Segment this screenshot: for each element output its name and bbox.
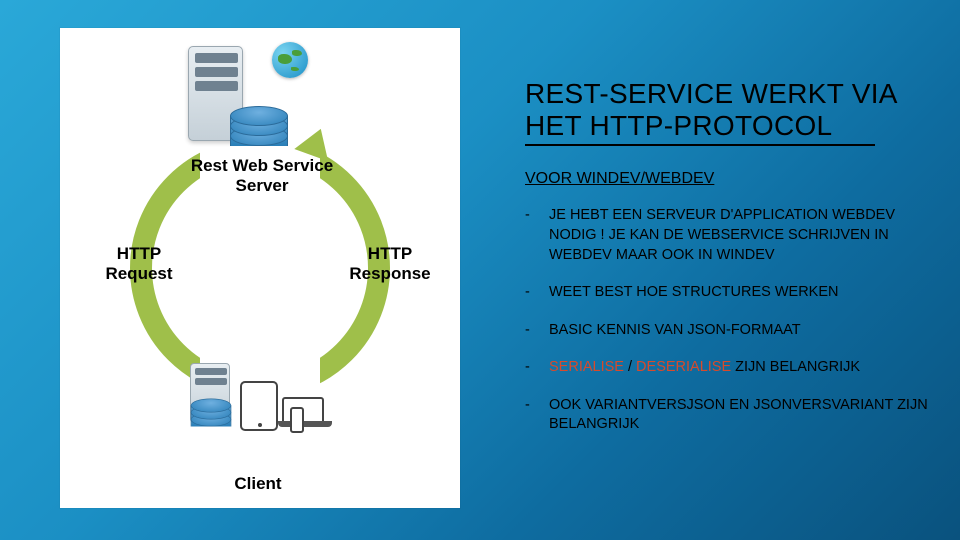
serialise-keyword: SERIALISE <box>549 359 624 375</box>
text-panel: REST-SERVICE WERKT VIA HET HTTP-PROTOCOL… <box>470 0 960 540</box>
server-icon <box>188 46 243 141</box>
client-icon <box>190 363 230 423</box>
list-item: - JE HEBT EEN SERVEUR D'APPLICATION WEBD… <box>525 206 930 265</box>
list-item: - OOK VARIANTVERSJSON EN JSONVERSVARIANT… <box>525 396 930 435</box>
server-label: Rest Web Service Server <box>162 156 362 195</box>
globe-icon <box>272 42 308 78</box>
bullet-list: - JE HEBT EEN SERVEUR D'APPLICATION WEBD… <box>525 206 930 435</box>
client-database-icon <box>191 399 232 434</box>
list-item: - WEET BEST HOE STRUCTURES WERKEN <box>525 283 930 303</box>
list-item: - SERIALISE / DESERIALISE ZIJN BELANGRIJ… <box>525 358 930 378</box>
diagram-panel: Rest Web Service Server HTTP Request HTT… <box>0 0 470 540</box>
deserialise-keyword: DESERIALISE <box>636 359 731 375</box>
list-item: - BASIC KENNIS VAN JSON-FORMAAT <box>525 321 930 341</box>
slide-subtitle: VOOR WINDEV/WEBDEV <box>525 170 930 188</box>
slide: Rest Web Service Server HTTP Request HTT… <box>0 0 960 540</box>
request-label: HTTP Request <box>94 244 184 283</box>
client-label: Client <box>218 474 298 494</box>
response-label: HTTP Response <box>340 244 440 283</box>
rest-diagram: Rest Web Service Server HTTP Request HTT… <box>60 28 460 508</box>
database-icon <box>230 106 288 156</box>
phone-icon <box>290 407 304 433</box>
title-underline <box>525 144 875 146</box>
slide-title: REST-SERVICE WERKT VIA HET HTTP-PROTOCOL <box>525 78 930 142</box>
tablet-icon <box>240 381 278 431</box>
